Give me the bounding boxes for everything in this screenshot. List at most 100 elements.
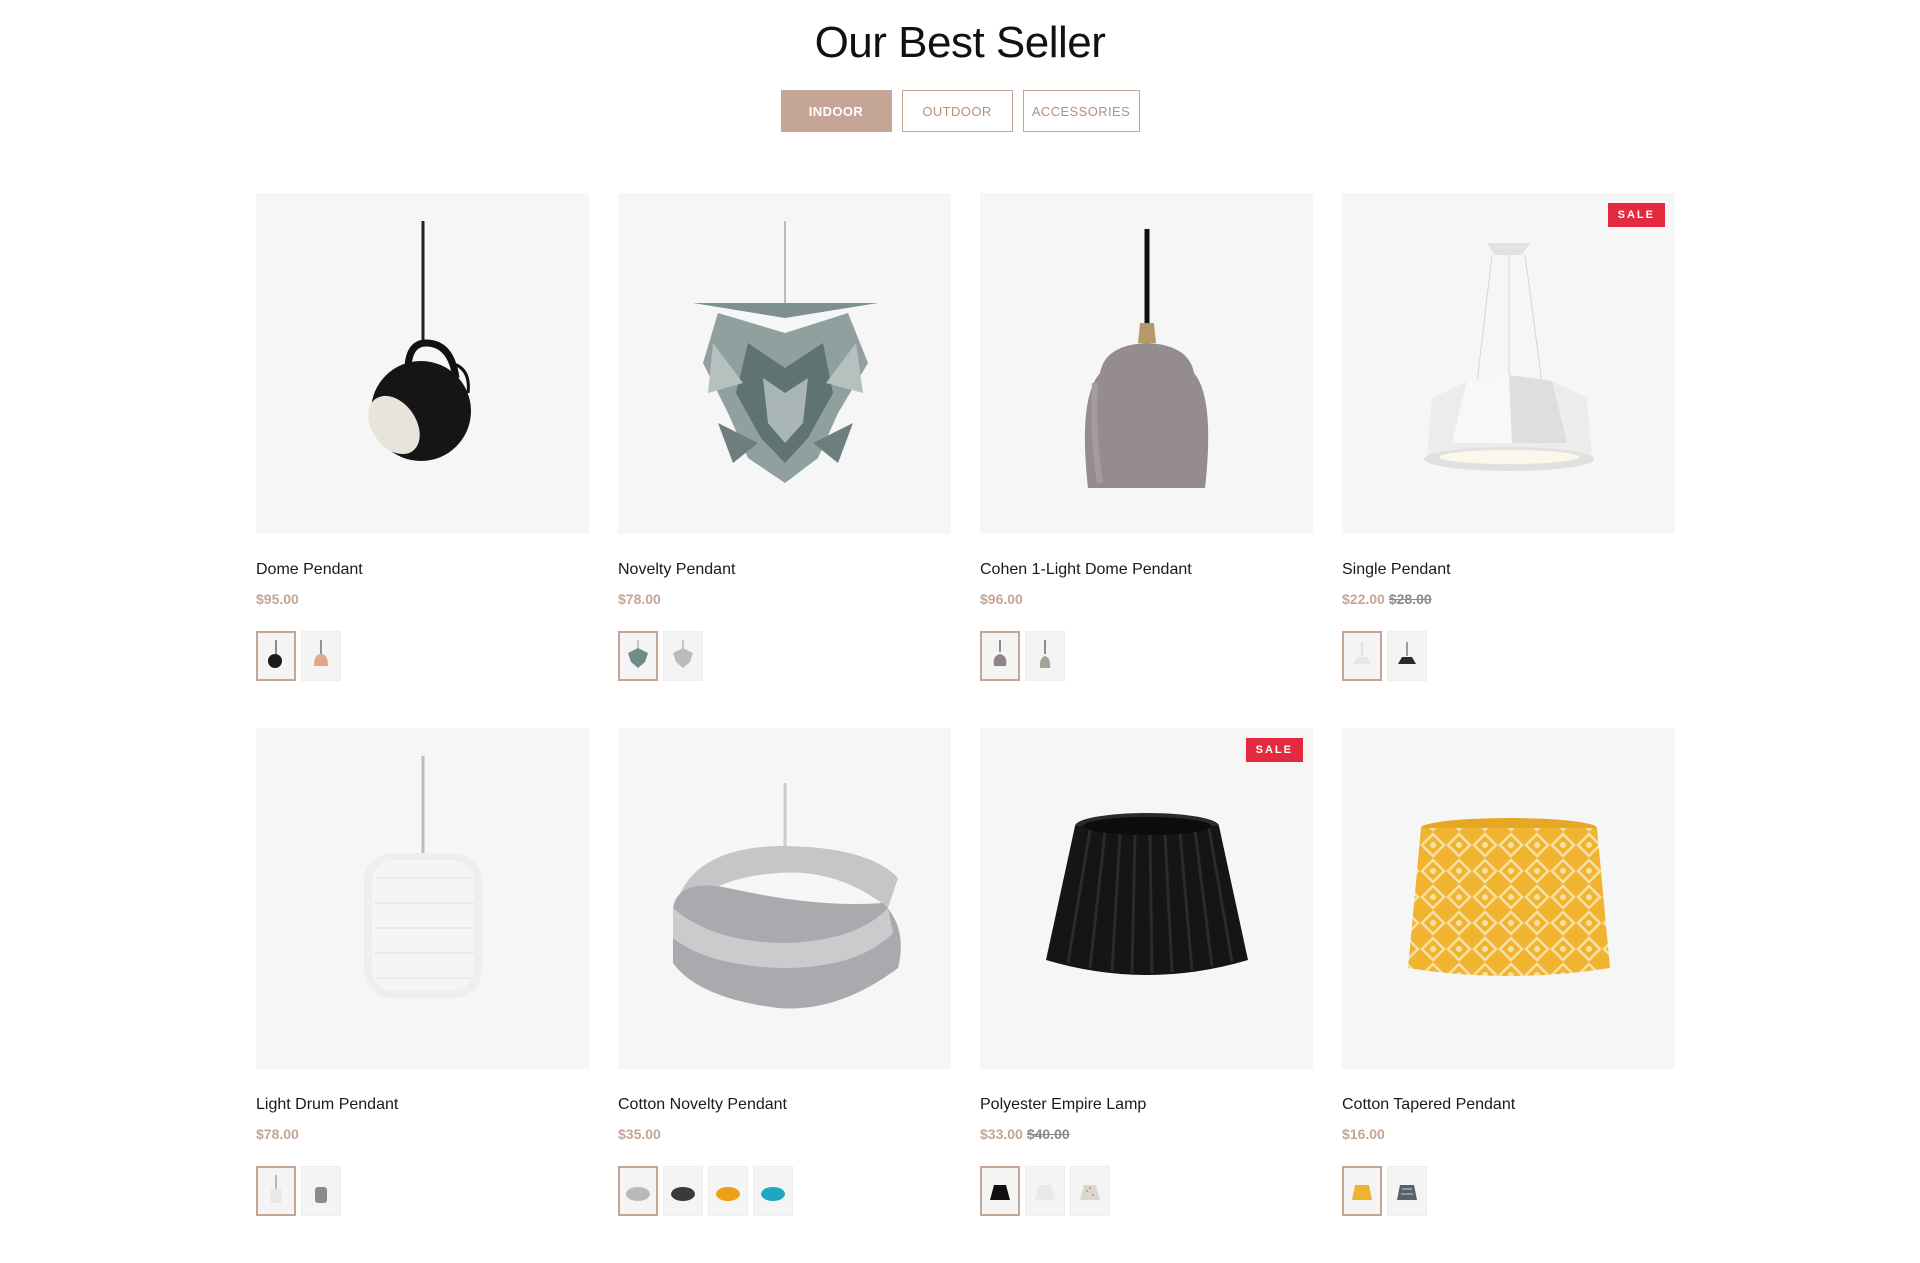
category-tabs: INDOOR OUTDOOR ACCESSORIES	[0, 90, 1920, 132]
black-empire-shade-icon	[1046, 813, 1248, 975]
current-price: $33.00	[980, 1126, 1023, 1142]
mauve-bell-swatch-icon	[993, 640, 1007, 666]
grey-ribbon-pendant-icon	[673, 783, 901, 1009]
swatch-black[interactable]	[980, 1166, 1020, 1216]
swatch-mauve[interactable]	[980, 631, 1020, 681]
grey-ribbon-swatch-icon	[626, 1187, 650, 1201]
product-card[interactable]: Light Drum Pendant $78.00	[256, 728, 589, 1263]
product-image[interactable]	[618, 728, 951, 1069]
teal-ribbon-swatch-icon	[761, 1187, 785, 1201]
product-image[interactable]	[256, 193, 589, 534]
color-swatches	[256, 631, 589, 681]
product-card[interactable]: Cotton Novelty Pendant $35.00	[618, 728, 951, 1263]
teal-pinecone-swatch-icon	[628, 640, 648, 668]
product-card[interactable]: Cohen 1-Light Dome Pendant $96.00	[980, 193, 1313, 728]
product-image[interactable]: SALE	[1342, 193, 1675, 534]
swatch-pattern[interactable]	[1070, 1166, 1110, 1216]
white-drum-swatch-icon	[270, 1175, 282, 1203]
dark-ribbon-swatch-icon	[671, 1187, 695, 1201]
white-geometric-pendant-icon	[1424, 243, 1594, 471]
black-dome-pendant-icon	[368, 221, 471, 461]
product-name[interactable]: Single Pendant	[1342, 561, 1675, 581]
swatch-grey[interactable]	[301, 1166, 341, 1216]
patterned-shade-swatch-icon	[1080, 1185, 1100, 1200]
swatch-copper[interactable]	[301, 631, 341, 681]
product-name[interactable]: Light Drum Pendant	[256, 1096, 589, 1116]
product-price: $95.00	[256, 591, 589, 609]
current-price: $95.00	[256, 591, 299, 607]
copper-pendant-swatch-icon	[314, 640, 328, 666]
product-price: $78.00	[256, 1126, 589, 1144]
color-swatches	[980, 631, 1313, 681]
current-price: $22.00	[1342, 591, 1385, 607]
swatch-black[interactable]	[256, 631, 296, 681]
product-price: $22.00 $28.00	[1342, 591, 1675, 609]
swatch-yellow[interactable]	[708, 1166, 748, 1216]
pinecone-pendant-icon	[693, 221, 878, 483]
swatch-black[interactable]	[1387, 631, 1427, 681]
product-price: $33.00 $40.00	[980, 1126, 1313, 1144]
grey-drum-swatch-icon	[315, 1187, 327, 1203]
current-price: $96.00	[980, 591, 1023, 607]
product-card[interactable]: Cotton Tapered Pendant $16.00	[1342, 728, 1675, 1263]
mauve-bell-pendant-icon	[1084, 229, 1209, 488]
product-card[interactable]: SALE Polyester Empire Lamp $33.00 $40.00	[980, 728, 1313, 1263]
sage-bell-swatch-icon	[1039, 640, 1051, 668]
product-price: $78.00	[618, 591, 951, 609]
white-drum-pendant-icon	[364, 756, 482, 998]
swatch-sage[interactable]	[1025, 631, 1065, 681]
current-price: $78.00	[618, 591, 661, 607]
color-swatches	[256, 1166, 589, 1216]
swatch-dark[interactable]	[663, 1166, 703, 1216]
color-swatches	[618, 631, 951, 681]
product-image[interactable]: SALE	[980, 728, 1313, 1069]
product-card[interactable]: Novelty Pendant $78.00	[618, 193, 951, 728]
product-name[interactable]: Novelty Pendant	[618, 561, 951, 581]
product-image[interactable]	[1342, 728, 1675, 1069]
swatch-white[interactable]	[663, 631, 703, 681]
swatch-grey[interactable]	[618, 1166, 658, 1216]
color-swatches	[618, 1166, 951, 1216]
swatch-teal[interactable]	[753, 1166, 793, 1216]
swatch-teal[interactable]	[618, 631, 658, 681]
white-geometric-swatch-icon	[1353, 642, 1371, 664]
product-name[interactable]: Polyester Empire Lamp	[980, 1096, 1313, 1116]
product-name[interactable]: Dome Pendant	[256, 561, 589, 581]
product-name[interactable]: Cotton Novelty Pendant	[618, 1096, 951, 1116]
navy-patterned-shade-swatch-icon	[1397, 1185, 1417, 1200]
black-geometric-swatch-icon	[1398, 642, 1416, 664]
product-name[interactable]: Cotton Tapered Pendant	[1342, 1096, 1675, 1116]
current-price: $16.00	[1342, 1126, 1385, 1142]
black-shade-swatch-icon	[990, 1185, 1010, 1200]
product-price: $16.00	[1342, 1126, 1675, 1144]
swatch-white[interactable]	[1025, 1166, 1065, 1216]
original-price: $28.00	[1388, 591, 1432, 607]
current-price: $35.00	[618, 1126, 661, 1142]
product-image[interactable]	[618, 193, 951, 534]
tab-outdoor[interactable]: OUTDOOR	[901, 90, 1013, 132]
original-price: $40.00	[1026, 1126, 1070, 1142]
swatch-white[interactable]	[256, 1166, 296, 1216]
yellow-patterned-shade-icon	[1408, 818, 1610, 976]
black-pendant-swatch-icon	[268, 640, 282, 668]
yellow-ribbon-swatch-icon	[716, 1187, 740, 1201]
color-swatches	[1342, 1166, 1675, 1216]
product-price: $96.00	[980, 591, 1313, 609]
section-title: Our Best Seller	[814, 18, 1106, 67]
color-swatches	[980, 1166, 1313, 1216]
swatch-navy-pattern[interactable]	[1387, 1166, 1427, 1216]
swatch-yellow[interactable]	[1342, 1166, 1382, 1216]
swatch-white[interactable]	[1342, 631, 1382, 681]
tab-accessories[interactable]: ACCESSORIES	[1022, 90, 1140, 132]
product-card[interactable]: Dome Pendant $95.00	[256, 193, 589, 728]
product-image[interactable]	[980, 193, 1313, 534]
white-pinecone-swatch-icon	[673, 640, 693, 668]
product-card[interactable]: SALE Single Pendant $22.00 $28.00	[1342, 193, 1675, 728]
color-swatches	[1342, 631, 1675, 681]
product-price: $35.00	[618, 1126, 951, 1144]
product-image[interactable]	[256, 728, 589, 1069]
yellow-shade-swatch-icon	[1352, 1185, 1372, 1200]
current-price: $78.00	[256, 1126, 299, 1142]
product-name[interactable]: Cohen 1-Light Dome Pendant	[980, 561, 1313, 581]
tab-indoor[interactable]: INDOOR	[780, 90, 892, 132]
